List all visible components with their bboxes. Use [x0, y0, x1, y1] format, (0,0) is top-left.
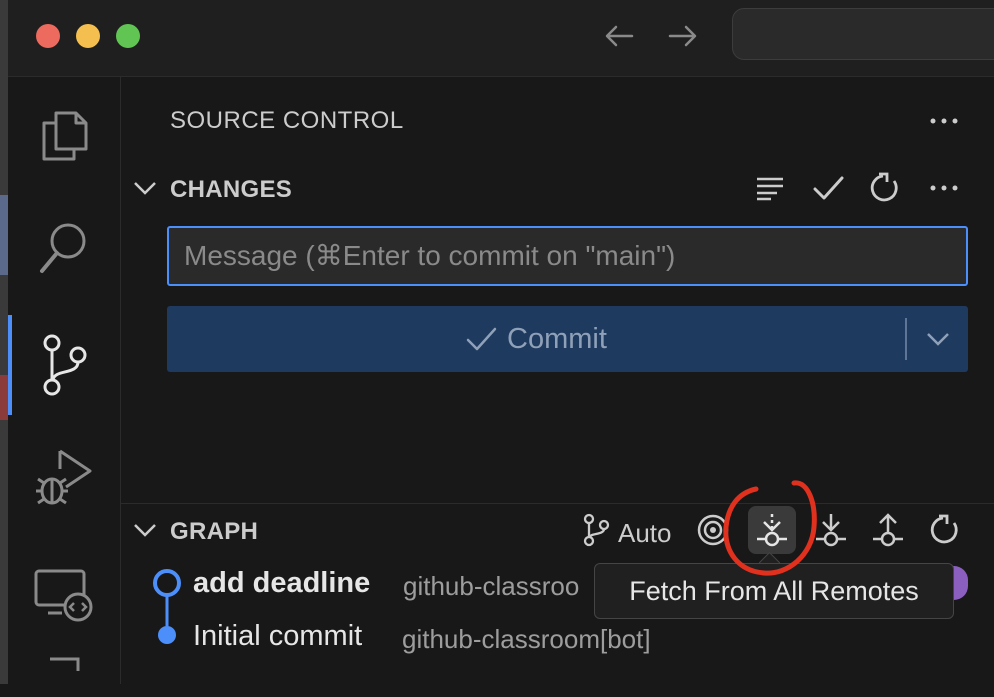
annotation-circle	[723, 480, 817, 576]
changes-section-header[interactable]: CHANGES	[121, 166, 994, 210]
push-icon[interactable]	[871, 513, 905, 547]
activity-bar	[8, 77, 121, 684]
panel-title: SOURCE CONTROL	[170, 107, 404, 134]
graph-section-header[interactable]: GRAPH	[121, 508, 994, 552]
maximize-window-button[interactable]	[116, 24, 140, 48]
minimize-window-button[interactable]	[76, 24, 100, 48]
background-window-strip	[0, 375, 8, 420]
arrow-left-icon[interactable]	[600, 16, 640, 56]
extensions-icon	[50, 657, 80, 671]
activity-more[interactable]	[8, 657, 120, 697]
activity-source-control[interactable]	[8, 315, 120, 415]
branch-icon[interactable]	[579, 513, 613, 547]
auto-label[interactable]: Auto	[618, 518, 672, 549]
more-actions-icon[interactable]	[927, 171, 961, 205]
activity-remote-explorer[interactable]	[8, 545, 120, 645]
commit-check-icon[interactable]	[811, 171, 845, 205]
commit-button[interactable]: Commit	[167, 306, 968, 372]
view-as-tree-icon[interactable]	[753, 171, 787, 205]
command-center[interactable]	[732, 8, 994, 60]
activity-run-debug[interactable]	[8, 427, 120, 527]
activity-explorer[interactable]	[8, 85, 120, 185]
arrow-right-icon[interactable]	[662, 16, 702, 56]
check-icon	[466, 327, 497, 351]
close-window-button[interactable]	[36, 24, 60, 48]
background-window-edge	[0, 0, 8, 684]
title-bar	[8, 0, 994, 77]
files-icon	[42, 111, 88, 161]
commit-main-action[interactable]: Commit	[167, 306, 905, 372]
section-divider	[121, 503, 994, 504]
source-control-icon	[43, 334, 87, 396]
search-icon	[40, 223, 86, 273]
commit-author: github-classroom[bot]	[402, 624, 651, 654]
commit-author: github-classroo	[403, 571, 580, 601]
chevron-down-icon	[133, 518, 157, 542]
commit-options-dropdown[interactable]	[907, 306, 968, 372]
more-actions-icon[interactable]	[928, 105, 960, 137]
commit-button-label: Commit	[507, 322, 607, 355]
remote-explorer-icon	[34, 569, 93, 622]
commit-message: Initial commit	[193, 620, 363, 652]
graph-label: GRAPH	[170, 518, 259, 545]
changes-label: CHANGES	[170, 176, 293, 203]
chevron-down-icon	[926, 333, 949, 346]
commit-message-input[interactable]	[167, 226, 968, 286]
chevron-down-icon	[133, 176, 157, 200]
background-window-strip	[0, 195, 8, 275]
run-debug-icon	[36, 449, 92, 505]
refresh-icon[interactable]	[928, 513, 962, 547]
graph-commit-row[interactable]: Initial commit github-classroom[bot]	[121, 614, 994, 664]
refresh-icon[interactable]	[868, 171, 902, 205]
commit-message: add deadline	[193, 567, 371, 599]
activity-search[interactable]	[8, 199, 120, 299]
